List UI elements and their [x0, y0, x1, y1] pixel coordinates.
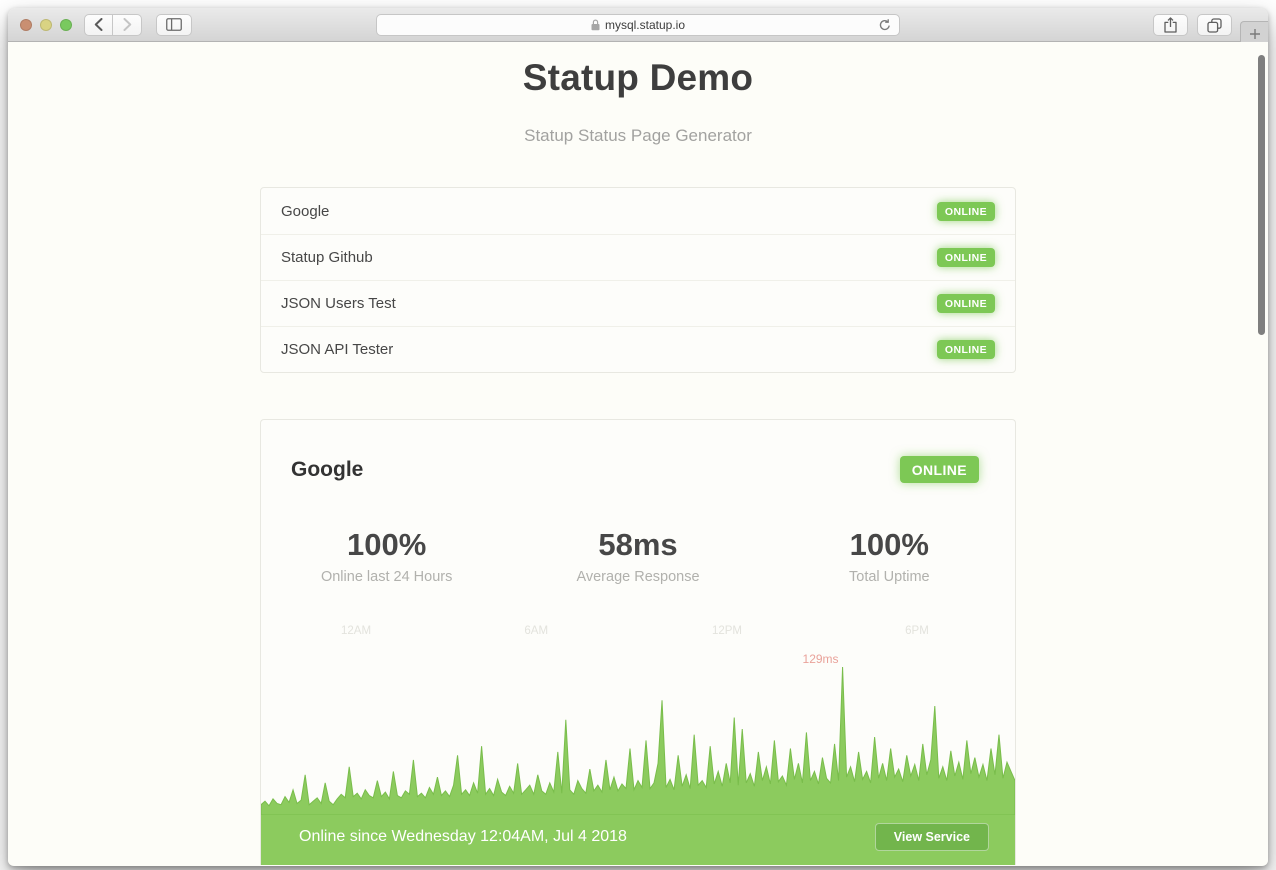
traffic-lights: [20, 19, 72, 31]
scrollbar[interactable]: [1258, 55, 1265, 335]
address-bar[interactable]: mysql.statup.io: [376, 14, 900, 36]
service-row-statup-github[interactable]: Statup Github ONLINE: [261, 234, 1015, 280]
service-name: JSON API Tester: [281, 341, 393, 358]
detail-footer: Online since Wednesday 12:04AM, Jul 4 20…: [261, 815, 1015, 865]
stat-online-24h: 100% Online last 24 Hours: [261, 527, 512, 585]
services-list: Google ONLINE Statup Github ONLINE JSON …: [260, 187, 1016, 373]
response-time-chart: 12AM 6AM 12PM 6PM 129ms: [261, 625, 1015, 815]
service-row-google[interactable]: Google ONLINE: [261, 188, 1015, 234]
sidebar-toggle-button[interactable]: [156, 14, 192, 36]
service-name: Statup Github: [281, 249, 373, 266]
sidebar-icon: [166, 18, 182, 31]
x-tick-6pm: 6PM: [905, 625, 929, 637]
online-since-text: Online since Wednesday 12:04AM, Jul 4 20…: [299, 828, 627, 846]
detail-status-badge: ONLINE: [900, 456, 979, 483]
stat-average-response: 58ms Average Response: [512, 527, 763, 585]
page-subtitle: Statup Status Page Generator: [260, 126, 1016, 146]
x-tick-12pm: 12PM: [712, 625, 742, 637]
status-badge: ONLINE: [937, 202, 995, 221]
stat-value: 100%: [261, 527, 512, 563]
url-text: mysql.statup.io: [605, 18, 685, 32]
status-badge: ONLINE: [937, 340, 995, 359]
status-badge: ONLINE: [937, 294, 995, 313]
stat-label: Total Uptime: [764, 569, 1015, 585]
service-stats: 100% Online last 24 Hours 58ms Average R…: [261, 527, 1015, 585]
stat-label: Average Response: [512, 569, 763, 585]
service-row-json-users-test[interactable]: JSON Users Test ONLINE: [261, 280, 1015, 326]
stat-value: 100%: [764, 527, 1015, 563]
service-name: Google: [281, 203, 329, 220]
x-tick-6am: 6AM: [524, 625, 548, 637]
page-viewport: Statup Demo Statup Status Page Generator…: [8, 42, 1268, 865]
minimize-window-button[interactable]: [40, 19, 52, 31]
zoom-window-button[interactable]: [60, 19, 72, 31]
page-title: Statup Demo: [260, 57, 1016, 99]
browser-toolbar: mysql.statup.io: [8, 8, 1268, 42]
toolbar-right-buttons: [1153, 14, 1232, 36]
x-tick-12am: 12AM: [341, 625, 371, 637]
refresh-icon[interactable]: [878, 18, 892, 32]
chart-area-svg: [261, 665, 1015, 815]
back-button[interactable]: [84, 14, 113, 36]
view-service-button[interactable]: View Service: [875, 823, 989, 851]
service-name: JSON Users Test: [281, 295, 396, 312]
forward-button[interactable]: [113, 14, 142, 36]
share-button[interactable]: [1153, 14, 1188, 36]
detail-service-name: Google: [291, 458, 363, 482]
lock-icon: [591, 19, 600, 31]
stat-total-uptime: 100% Total Uptime: [764, 527, 1015, 585]
plus-icon: [1249, 28, 1261, 40]
chevron-right-icon: [123, 18, 132, 31]
share-icon: [1164, 17, 1177, 33]
max-response-annotation: 129ms: [803, 652, 839, 666]
tabs-icon: [1207, 18, 1222, 33]
service-row-json-api-tester[interactable]: JSON API Tester ONLINE: [261, 326, 1015, 372]
stat-label: Online last 24 Hours: [261, 569, 512, 585]
stat-value: 58ms: [512, 527, 763, 563]
detail-header: Google ONLINE: [261, 420, 1015, 483]
status-badge: ONLINE: [937, 248, 995, 267]
service-detail-card: Google ONLINE 100% Online last 24 Hours …: [260, 419, 1016, 865]
tab-overview-button[interactable]: [1197, 14, 1232, 36]
close-window-button[interactable]: [20, 19, 32, 31]
chevron-left-icon: [94, 18, 103, 31]
browser-window: mysql.statup.io Stat: [8, 8, 1268, 866]
nav-buttons: [84, 14, 142, 36]
